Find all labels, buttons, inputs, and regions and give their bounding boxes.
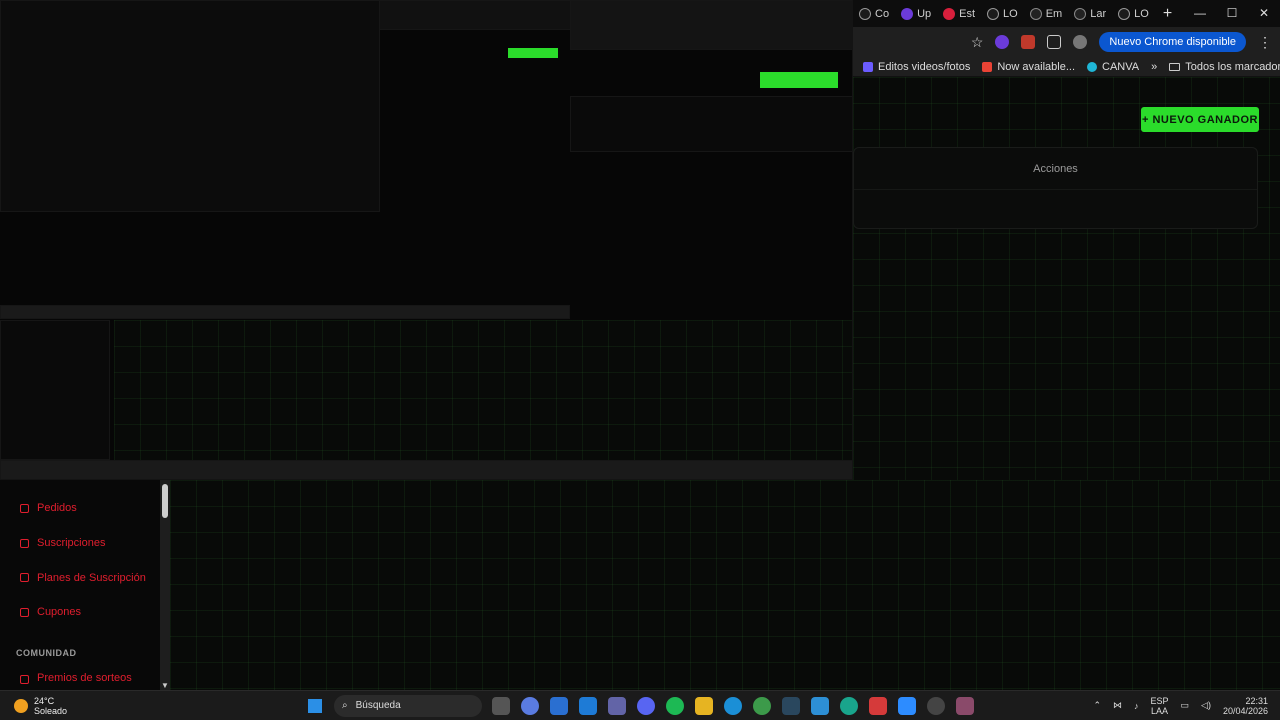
taskbar-search[interactable]: ⌕ Búsqueda	[334, 694, 482, 717]
sidebar-item-suscripciones[interactable]: Suscripciones	[0, 526, 160, 561]
content-area	[170, 480, 1280, 690]
winners-table: Acciones	[853, 147, 1258, 229]
bookmark-favicon-icon	[863, 61, 873, 72]
store-icon[interactable]	[550, 696, 568, 715]
favicon-icon	[859, 7, 871, 20]
system-tray: ⌃ ⋈ ♪ ESP LAA ▭ ◁) 22:31 20/04/2026	[1093, 696, 1280, 716]
sidebar-item-planes[interactable]: Planes de Suscripción	[0, 560, 160, 595]
obs-icon[interactable]	[927, 696, 945, 715]
content-area-right	[853, 77, 1280, 480]
copilot-icon[interactable]	[521, 696, 539, 715]
maximize-button[interactable]: ☐	[1216, 0, 1248, 27]
canva-icon	[1087, 61, 1097, 72]
bookmark-item[interactable]: CANVA	[1087, 61, 1139, 73]
scroll-down-arrow-icon[interactable]: ▼	[160, 681, 170, 690]
browser-toolbar: ☆ Nuevo Chrome disponible ⋮	[853, 27, 1280, 57]
folder-icon	[1169, 62, 1181, 71]
discord-icon[interactable]	[637, 696, 655, 715]
clock[interactable]: 22:31 20/04/2026	[1223, 696, 1268, 716]
verified-icon	[987, 7, 1000, 20]
orders-icon	[20, 503, 29, 513]
chevron-up-icon[interactable]: ⌃	[1093, 700, 1101, 711]
bookmark-item[interactable]: Now available...	[982, 61, 1075, 73]
close-button[interactable]: ✕	[1248, 0, 1280, 27]
subscriptions-icon	[20, 538, 29, 548]
tab[interactable]: LO	[1112, 0, 1155, 27]
steam-icon[interactable]	[782, 696, 800, 715]
minimize-button[interactable]: —	[1184, 0, 1216, 27]
new-tab-button[interactable]: +	[1155, 5, 1180, 23]
sidebar-section-comunidad: COMUNIDAD	[16, 647, 77, 658]
nested-screen-capture	[0, 0, 853, 480]
table-header-actions: Acciones	[854, 148, 1257, 190]
tab[interactable]: Lar	[1068, 0, 1112, 27]
all-bookmarks-button[interactable]: Todos los marcadores	[1169, 61, 1280, 73]
chrome-update-button[interactable]: Nuevo Chrome disponible	[1099, 32, 1246, 52]
bookmark-star-icon[interactable]: ☆	[971, 34, 984, 51]
tab[interactable]: Est	[937, 0, 981, 27]
windows-start-icon[interactable]	[308, 698, 322, 713]
network-icon[interactable]: ⋈	[1113, 700, 1122, 711]
tab[interactable]: Up	[895, 0, 937, 27]
tab[interactable]: Co	[853, 0, 895, 27]
photos-icon[interactable]	[811, 696, 829, 715]
extensions-puzzle-icon[interactable]	[1047, 35, 1062, 49]
language-indicator[interactable]: ESP LAA	[1151, 696, 1169, 716]
spotify-icon[interactable]	[666, 696, 684, 715]
scrollbar-thumb[interactable]	[162, 484, 168, 518]
weather-condition: Soleado	[34, 705, 68, 716]
chrome-icon[interactable]	[753, 696, 771, 715]
anydesk-icon[interactable]	[869, 696, 887, 715]
plans-icon	[20, 573, 29, 583]
bookmark-item[interactable]: Editos videos/fotos	[863, 61, 970, 73]
microphone-icon[interactable]: ♪	[1134, 701, 1139, 711]
weather-widget[interactable]: 24°C Soleado	[0, 696, 300, 716]
favicon-icon	[901, 7, 914, 20]
taskbar-apps	[492, 696, 974, 715]
coupons-icon	[20, 607, 29, 617]
extension-icon[interactable]	[995, 35, 1010, 49]
window-controls: — ☐ ✕	[1184, 0, 1280, 27]
sidebar-item-premios[interactable]: Premios de sorteos	[0, 670, 160, 684]
tab-strip: Co Up Est LO Em Lar LO + — ☐ ✕	[853, 0, 1280, 27]
sidebar-item-pedidos[interactable]: Pedidos	[0, 491, 160, 526]
search-icon: ⌕	[342, 700, 348, 711]
windows-taskbar: 24°C Soleado ⌕ Búsqueda ⌃ ⋈ ♪ ESP LAA ▭ …	[0, 690, 1280, 720]
sidebar-scrollbar[interactable]: ▼	[160, 480, 170, 690]
verified-icon	[1118, 7, 1131, 20]
bookmarks-more-button[interactable]: »	[1151, 61, 1157, 73]
volume-icon[interactable]: ◁)	[1201, 700, 1211, 711]
teams-icon[interactable]	[608, 696, 626, 715]
new-winner-button[interactable]: + NUEVO GANADOR	[1141, 107, 1259, 132]
tab[interactable]: Em	[1024, 0, 1069, 27]
tab[interactable]: LO	[981, 0, 1024, 27]
favicon-icon	[943, 7, 956, 20]
calculator-icon[interactable]	[956, 696, 974, 715]
menu-kebab-icon[interactable]: ⋮	[1258, 34, 1272, 51]
prizes-icon	[20, 674, 29, 684]
sidebar-item-cupones[interactable]: Cupones	[0, 595, 160, 630]
sun-icon	[14, 698, 28, 713]
mail-icon[interactable]	[579, 696, 597, 715]
profile-avatar-icon[interactable]	[1073, 35, 1088, 49]
gmail-icon	[982, 61, 993, 72]
display-icon[interactable]: ▭	[1181, 700, 1190, 711]
screen: Co Up Est LO Em Lar LO + — ☐ ✕ ☆ Nuevo C…	[0, 0, 1280, 720]
edge-dev-icon[interactable]	[840, 696, 858, 715]
tiktok-icon	[1029, 7, 1042, 20]
weather-temp: 24°C	[34, 695, 55, 706]
edge-icon[interactable]	[724, 696, 742, 715]
bookmarks-bar: Editos videos/fotos Now available... CAN…	[853, 57, 1280, 77]
file-explorer-icon[interactable]	[695, 696, 713, 715]
extension-icon[interactable]	[1021, 35, 1036, 49]
tiktok-icon	[1074, 7, 1087, 20]
admin-sidebar: Pedidos Suscripciones Planes de Suscripc…	[0, 480, 160, 690]
task-view-icon[interactable]	[492, 696, 510, 715]
zoom-icon[interactable]	[898, 696, 916, 715]
